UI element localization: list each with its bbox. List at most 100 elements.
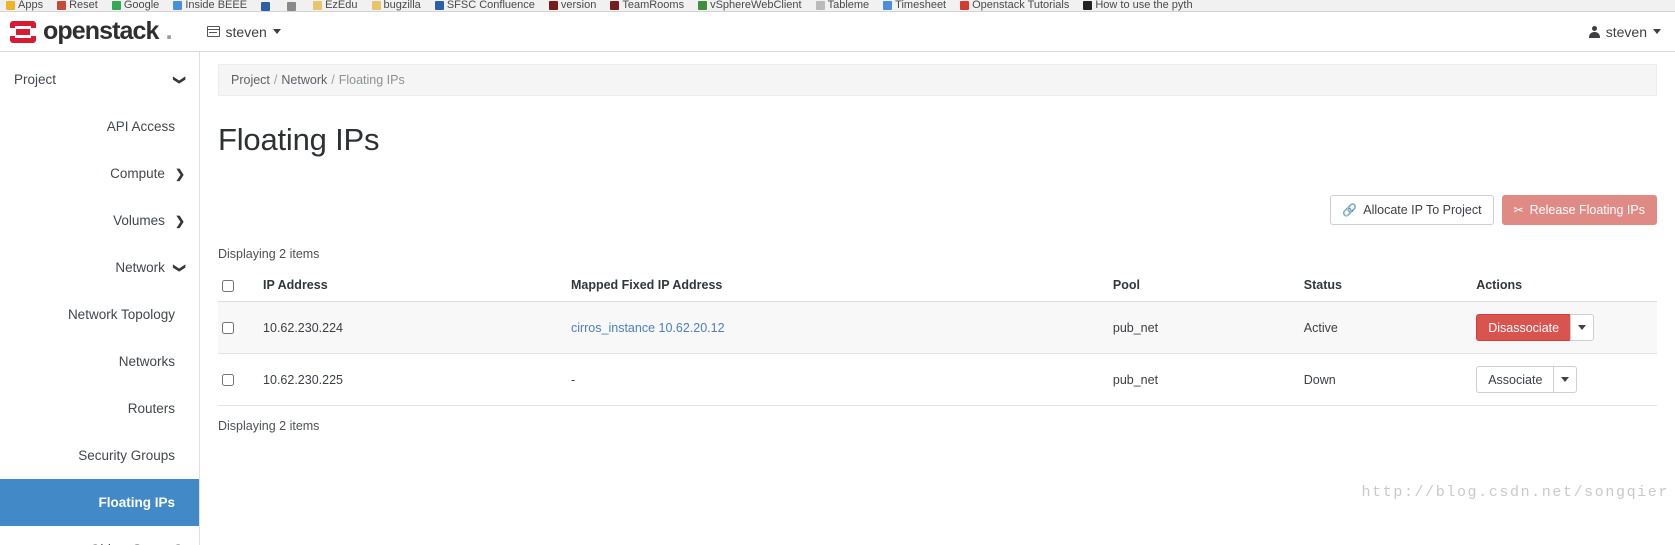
sidebar-item-label: Network [115,260,165,275]
column-header-status[interactable]: Status [1299,271,1473,302]
sidebar-item-volumes[interactable]: Volumes [0,197,199,244]
user-menu[interactable]: steven [1588,24,1661,40]
sidebar-item-label: Floating IPs [98,495,175,510]
bookmark-label: SFSC Confluence [446,0,535,11]
bookmark-item[interactable]: vSphereWebClient [698,0,802,11]
bookmark-item[interactable] [261,2,273,11]
bookmark-item[interactable]: How to use the pyth [1083,0,1193,11]
release-floating-ips-label: Release Floating IPs [1529,202,1645,217]
sidebar-item-api-access[interactable]: API Access [0,103,199,150]
bookmark-label: Timesheet [895,0,947,11]
bookmark-item[interactable]: bugzilla [371,0,421,11]
bookmark-favicon-icon [173,1,183,10]
bookmark-favicon-icon [434,1,444,10]
breadcrumb-separator: / [273,73,278,87]
bookmark-item[interactable] [287,2,299,11]
watermark-text: http://blog.csdn.net/songqier [1361,484,1669,501]
cell-actions: Disassociate [1472,301,1657,354]
project-switcher-label: steven [225,23,267,40]
bookmark-item[interactable]: SFSC Confluence [434,0,535,11]
brand-dot: . [165,17,173,45]
bookmark-favicon-icon [261,2,271,11]
table-row: 10.62.230.225- pub_net Down Associate [218,353,1657,406]
bookmark-item[interactable]: Reset [57,0,98,11]
project-switcher[interactable]: steven [206,23,281,40]
breadcrumb-item[interactable]: Project [231,73,270,87]
bookmark-favicon-icon [610,1,620,10]
bookmark-item[interactable]: Timesheet [883,0,946,11]
project-window-icon [206,26,220,37]
table-header-row: IP Address Mapped Fixed IP Address Pool … [218,271,1657,302]
column-header-mapped-fixed-ip[interactable]: Mapped Fixed IP Address [566,271,1109,302]
row-select-checkbox[interactable] [222,374,234,387]
column-header-pool[interactable]: Pool [1108,271,1300,302]
bookmark-favicon-icon [883,1,893,10]
bookmark-item[interactable]: Inside BEEE [173,0,247,11]
sidebar-item-project[interactable]: Project [0,56,199,103]
cell-pool: pub_net [1108,301,1300,354]
row-action-disassociate-button[interactable]: Disassociate [1476,314,1571,341]
bookmark-item[interactable]: TeamRooms [610,0,684,11]
sidebar-item-compute[interactable]: Compute [0,150,199,197]
chevron-right-icon [175,214,185,227]
bookmark-favicon-icon [1083,1,1093,10]
bookmark-label: How to use the pyth [1095,0,1193,11]
allocate-ip-to-project-button[interactable]: 🔗 Allocate IP To Project [1330,195,1494,225]
release-icon: ✂ [1513,203,1524,217]
bookmark-label: Tableme [827,0,870,11]
sidebar-item-floating-ips[interactable]: Floating IPs [0,479,199,526]
floating-ips-table: IP Address Mapped Fixed IP Address Pool … [218,271,1657,406]
user-icon [1588,25,1600,38]
bookmark-label: Google [123,0,160,11]
select-all-checkbox[interactable] [222,279,234,292]
chevron-down-icon [1653,29,1661,34]
sidebar-item-networks[interactable]: Networks [0,338,199,385]
bookmark-label: Apps [18,0,44,11]
bookmark-favicon-icon [960,1,970,10]
bookmark-item[interactable]: Apps [6,0,43,11]
row-select-checkbox[interactable] [222,322,234,335]
chevron-down-icon [272,29,281,34]
cell-status: Active [1299,301,1473,354]
bookmark-favicon-icon [548,1,558,10]
bookmark-favicon-icon [698,1,708,10]
sidebar-item-network-topology[interactable]: Network Topology [0,291,199,338]
instance-link[interactable]: cirros_instance 10.62.20.12 [571,321,725,335]
bookmark-item[interactable]: Google [111,0,160,11]
release-floating-ips-button[interactable]: ✂ Release Floating IPs [1501,195,1657,225]
column-header-ip-address[interactable]: IP Address [259,271,567,302]
chevron-down-icon [175,261,185,274]
bookmark-label: Reset [69,0,98,11]
bookmark-label: Inside BEEE [185,0,248,11]
sidebar-item-network[interactable]: Network [0,244,199,291]
row-action-dropdown-toggle[interactable] [1570,314,1595,341]
cell-actions: Associate [1472,353,1657,406]
bookmark-item[interactable]: Openstack Tutorials [960,0,1069,11]
openstack-brand[interactable]: openstack . [9,17,173,46]
sidebar-item-security-groups[interactable]: Security Groups [0,432,199,479]
sidebar-item-routers[interactable]: Routers [0,385,199,432]
bookmark-item[interactable]: Tableme [815,0,870,11]
bookmark-favicon-icon [815,1,825,10]
column-header-actions: Actions [1472,271,1657,302]
page-title: Floating IPs [218,122,380,157]
table-header: IP Address Mapped Fixed IP Address Pool … [218,271,1657,302]
bookmark-favicon-icon [313,1,323,10]
cell-mapped-fixed-ip: cirros_instance 10.62.20.12 [566,301,1109,354]
cell-status: Down [1299,353,1473,406]
row-action-button-group: Associate [1476,366,1578,393]
breadcrumb-item[interactable]: Network [281,73,327,87]
sidebar-item-label: Network Topology [67,307,175,322]
row-action-associate-button[interactable]: Associate [1476,366,1554,393]
bookmark-label: Openstack Tutorials [972,0,1070,11]
sidebar-item-label: Networks [118,354,175,369]
bookmark-item[interactable]: EzEdu [313,0,358,11]
chevron-down-icon [175,73,185,86]
sidebar-item-object-store[interactable]: Object Store [0,526,199,545]
select-all-header [218,271,260,302]
chevron-down-icon [1578,325,1587,330]
row-action-dropdown-toggle[interactable] [1553,366,1578,393]
bookmark-label: bugzilla [383,0,421,11]
items-count-top: Displaying 2 items [218,247,320,261]
bookmark-item[interactable]: version [548,0,596,11]
